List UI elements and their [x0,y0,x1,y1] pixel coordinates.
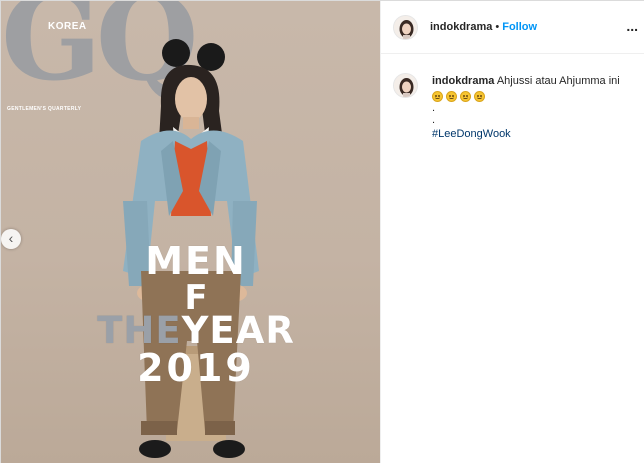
post-side-panel: indokdrama • Follow ... indokdrama Ahjus… [380,1,644,463]
mouse-ear-right [197,43,225,71]
cover-headline-line4: 2019 [137,346,255,390]
more-options-button[interactable]: ... [626,18,638,34]
avatar[interactable] [393,73,418,98]
post-header: indokdrama • Follow ... [381,1,644,54]
caption-dot: . [432,114,436,126]
mouse-ear-left [162,39,190,67]
hashtag-link[interactable]: #LeeDongWook [432,128,511,140]
caption-username[interactable]: indokdrama [432,75,494,87]
confused-face-emoji [446,91,457,102]
caption-dot: . [432,102,436,114]
follow-button[interactable]: Follow [502,21,537,33]
shoe-left [139,440,171,458]
frown-face-emoji [460,91,471,102]
face [175,77,207,121]
instagram-post: GQ KOREA GENTLEMEN'S QUARTERLY MEN F THE… [0,0,644,463]
avatar[interactable] [393,14,418,40]
cover-model-illustration [123,39,259,458]
grimace-face-emoji [474,91,485,102]
caption-comment: indokdrama Ahjussi atau Ahjumma ini . . … [393,73,638,142]
avatar-image [394,74,417,97]
shoe-right [213,440,245,458]
caption-text: Ahjussi atau Ahjumma ini [496,75,620,87]
caption-body: indokdrama Ahjussi atau Ahjumma ini . . … [432,73,620,142]
header-separator: • [495,21,500,33]
avatar-image [394,15,417,39]
chevron-left-icon: ‹ [8,230,14,246]
post-photo[interactable]: GQ KOREA GENTLEMEN'S QUARTERLY MEN F THE… [1,1,380,463]
carousel-prev-button[interactable]: ‹ [1,229,21,249]
emoji-row [432,91,620,102]
relieved-face-emoji [432,91,443,102]
header-username[interactable]: indokdrama [430,21,492,33]
cover-headline-line1: MEN [145,239,247,283]
